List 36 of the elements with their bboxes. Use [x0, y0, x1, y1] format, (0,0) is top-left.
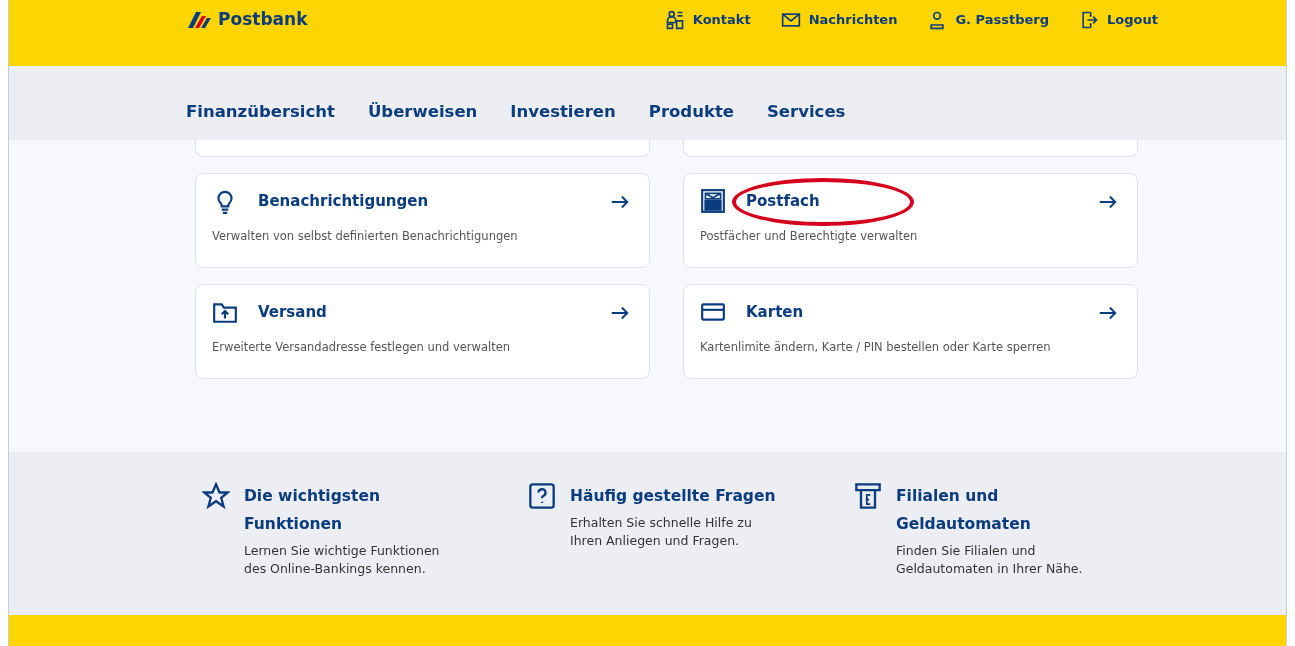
link-card[interactable]: Postfach Postfächer und Berechtigte verwalten	[683, 173, 1138, 268]
nav-link[interactable]: Services	[767, 100, 846, 125]
help-link[interactable]: Häufig gestellte Fragen	[570, 482, 800, 510]
help-link[interactable]: Filialen und Geldautomaten	[896, 482, 1056, 538]
mailbox-icon	[700, 188, 726, 214]
nav-link[interactable]: Finanzübersicht	[186, 100, 335, 125]
help-description: Finden Sie Filialen und Geldautomaten in Ihrer Nähe.	[896, 542, 1084, 578]
header-link[interactable]: Kontakt	[664, 10, 751, 30]
card-title: Benachrichtigungen	[258, 192, 429, 210]
mail-icon	[780, 10, 801, 30]
logo[interactable]: Postbank	[186, 7, 308, 33]
help-description: Erhalten Sie schnelle Hilfe zu Ihren Anliegen und Fragen.	[570, 514, 753, 550]
help-link[interactable]: Die wichtigsten Funktionen	[244, 482, 404, 538]
card-description: Postfächer und Berechtigte verwalten	[700, 228, 919, 245]
link-card[interactable]: Benachrichtigungen Verwalten von selbst definierten Benachrichtigungen	[195, 173, 650, 268]
logout-icon	[1079, 10, 1100, 30]
logo-mark-icon	[186, 12, 212, 28]
nav-link[interactable]: Investieren	[510, 100, 616, 125]
card-description: Erweiterte Versandadresse festlegen und verwalten	[212, 339, 512, 356]
people-icon	[664, 10, 685, 30]
atm-icon	[854, 482, 882, 510]
question-icon	[528, 482, 556, 510]
card-title: Karten	[746, 303, 804, 321]
card-title: Postfach	[746, 192, 820, 210]
nav-link[interactable]: Produkte	[648, 100, 734, 125]
link-card[interactable]: Versand Erweiterte Versandadresse festlegen und verwalten	[195, 284, 650, 379]
help-description: Lernen Sie wichtige Funktionen des Online-Bankings kennen.	[244, 542, 441, 578]
card-description: Verwalten von selbst definierten Benachrichtigungen	[212, 228, 519, 245]
star-icon	[202, 482, 230, 510]
header-link[interactable]: G. Passtberg	[927, 10, 1050, 30]
card-description: Kartenlimite ändern, Karte / PIN bestellen oder Karte sperren	[700, 339, 1052, 356]
nav-link[interactable]: Überweisen	[367, 100, 478, 125]
link-card[interactable]: Karten Kartenlimite ändern, Karte / PIN bestellen oder Karte sperren	[683, 284, 1138, 379]
card-title: Versand	[258, 303, 327, 321]
header-link[interactable]: Logout	[1079, 10, 1158, 30]
header-link[interactable]: Nachrichten	[780, 10, 898, 30]
